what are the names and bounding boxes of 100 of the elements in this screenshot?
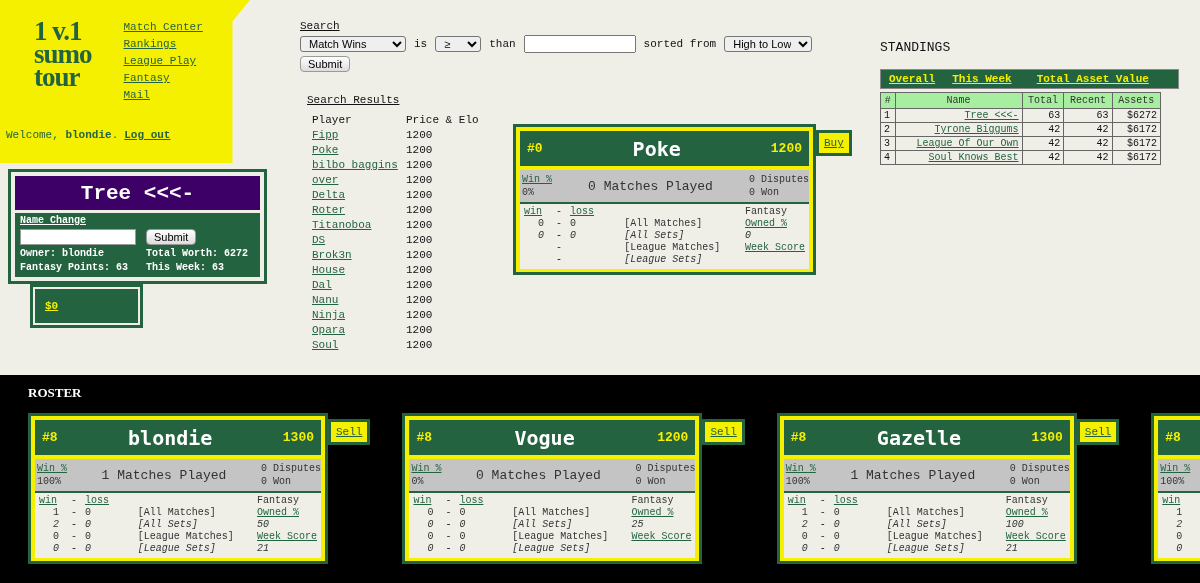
nav-link[interactable]: Fantasy: [123, 71, 203, 85]
field-select[interactable]: Match Wins: [300, 36, 406, 52]
win-count: 0: [426, 519, 435, 531]
player-link[interactable]: Roter: [312, 203, 345, 218]
win-link[interactable]: win: [413, 495, 438, 507]
player-link[interactable]: Brok3n: [312, 248, 352, 263]
player-link[interactable]: Opara: [312, 323, 345, 338]
player-price: 1300: [1031, 430, 1063, 445]
win-count: 0: [1175, 531, 1184, 543]
owned-percent-link[interactable]: Owned %: [257, 507, 317, 519]
logout-link[interactable]: Log out: [124, 129, 171, 141]
player-price: 1300: [282, 430, 314, 445]
owned-percent: 50: [257, 519, 270, 531]
player-link[interactable]: DS: [312, 233, 326, 248]
win-count: 0: [800, 543, 809, 555]
player-link[interactable]: Nanu: [312, 293, 339, 308]
standings-tab[interactable]: Overall: [889, 73, 936, 85]
player-name: Gazelle: [876, 425, 962, 450]
player-link[interactable]: Poke: [312, 143, 339, 158]
player-link[interactable]: Dal: [312, 278, 332, 293]
sell-action-button[interactable]: Sell: [1076, 419, 1120, 445]
loss-link[interactable]: loss: [459, 495, 503, 507]
separator: -: [818, 543, 827, 555]
week-score: 21: [257, 543, 270, 555]
record-label: [All Matches]: [624, 218, 704, 230]
record-label: [League Sets]: [512, 543, 592, 555]
player-link[interactable]: House: [312, 263, 345, 278]
search-title[interactable]: Search: [300, 20, 340, 32]
matches-played: 1 Matches Played: [850, 467, 976, 483]
buy-action-button[interactable]: Buy: [816, 130, 852, 156]
win-percent-link[interactable]: Win %: [1160, 462, 1191, 475]
separator: -: [555, 254, 563, 266]
week-score-link[interactable]: Week Score: [257, 531, 317, 543]
sell-action-button[interactable]: Sell: [328, 419, 371, 445]
nav-link[interactable]: Mail: [123, 88, 203, 102]
week-score-link[interactable]: Week Score: [1005, 531, 1066, 543]
record-label: [League Sets]: [886, 543, 966, 555]
player-link[interactable]: over: [312, 173, 339, 188]
loss-count: 0: [85, 519, 92, 531]
team-link[interactable]: Tyrone Biggums: [934, 124, 1019, 135]
search-submit-button[interactable]: Submit: [300, 56, 351, 72]
win-link[interactable]: win: [1162, 495, 1187, 507]
win-count: 0: [537, 218, 545, 230]
win-count: 0: [52, 531, 60, 543]
player-link[interactable]: Titanoboa: [312, 218, 372, 233]
separator: -: [70, 543, 78, 555]
player-link[interactable]: bilbo baggins: [312, 158, 398, 173]
cash-link[interactable]: $0: [45, 300, 59, 312]
results-title[interactable]: Search Results: [307, 94, 400, 106]
loss-count: 0: [85, 531, 92, 543]
win-link[interactable]: win: [524, 206, 548, 218]
record-label: [All Matches]: [512, 507, 592, 519]
win-count: 0: [800, 531, 809, 543]
standings-tab[interactable]: Total Asset Value: [1036, 73, 1149, 85]
submit-button[interactable]: Submit: [146, 229, 197, 245]
nav-link[interactable]: League Play: [123, 54, 203, 68]
win-percent-link[interactable]: Win %: [785, 462, 816, 475]
player-link[interactable]: Delta: [312, 188, 345, 203]
separator: -: [555, 218, 563, 230]
win-link[interactable]: win: [787, 495, 812, 507]
value-input[interactable]: [523, 35, 636, 53]
team-link[interactable]: Soul Knows Best: [928, 152, 1019, 163]
order-select[interactable]: High to Low: [724, 36, 813, 52]
loss-link[interactable]: loss: [570, 206, 615, 218]
name-input[interactable]: [20, 229, 136, 245]
week-score-link[interactable]: Week Score: [631, 531, 692, 543]
owned-percent-link[interactable]: Owned %: [1005, 507, 1066, 519]
separator: -: [555, 206, 563, 218]
nav-link[interactable]: Rankings: [123, 37, 203, 51]
total-cell: 42: [1022, 150, 1064, 165]
owned-percent-link[interactable]: Owned %: [631, 507, 692, 519]
player-link[interactable]: Ninja: [312, 308, 345, 323]
loss-count: 0: [570, 218, 577, 230]
fantasy-label: Fantasy: [1005, 495, 1049, 507]
win-percent-link[interactable]: Win %: [522, 173, 552, 186]
loss-link[interactable]: loss: [85, 495, 128, 507]
price-cell-text: 1200: [406, 158, 434, 173]
win-link[interactable]: win: [39, 495, 63, 507]
win-percent-link[interactable]: Win %: [411, 462, 442, 475]
player-link[interactable]: Fipp: [312, 128, 339, 143]
name-change-link[interactable]: Name Change: [20, 215, 255, 226]
win-percent-link[interactable]: Win %: [37, 462, 67, 475]
price-cell-text: 1200: [406, 263, 434, 278]
column-header: Assets: [1112, 92, 1161, 109]
loss-link[interactable]: loss: [833, 495, 877, 507]
nav-link[interactable]: Match Center: [123, 20, 203, 34]
owned-percent-link[interactable]: Owned %: [745, 218, 805, 230]
sell-action-button[interactable]: Sell: [702, 419, 745, 445]
operator-select[interactable]: ≥: [435, 36, 482, 52]
loss-count: 0: [459, 519, 467, 531]
player-link[interactable]: Soul: [312, 338, 339, 353]
week-score-link[interactable]: Week Score: [745, 242, 805, 254]
team-link[interactable]: Tree <<<-: [964, 110, 1019, 121]
matches-played: 0 Matches Played: [588, 178, 713, 194]
win-count: 0: [537, 230, 545, 242]
team-link[interactable]: League Of Our Own: [916, 138, 1019, 149]
column-header: Player: [312, 113, 353, 128]
player-name: blondie: [128, 425, 213, 450]
standings-tab[interactable]: This Week: [952, 73, 1012, 85]
separator: -: [818, 519, 827, 531]
